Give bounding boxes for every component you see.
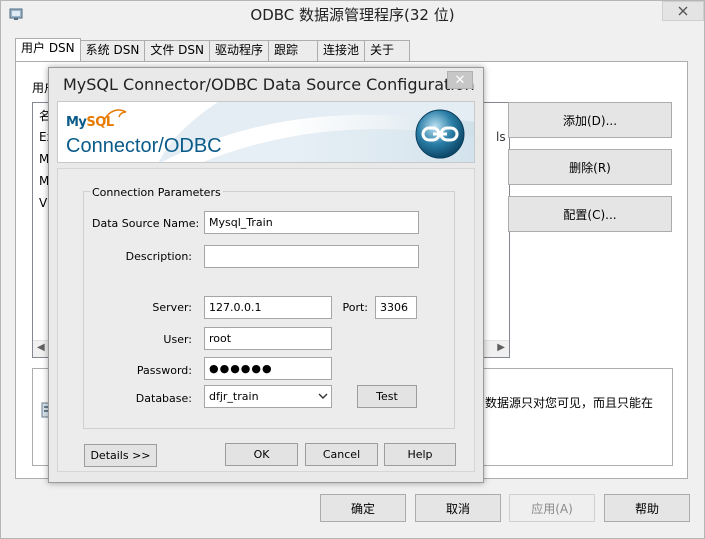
title-bar: ODBC 数据源管理程序(32 位) <box>1 1 704 28</box>
tab-drivers[interactable]: 驱动程序 <box>208 40 269 61</box>
ok-button[interactable]: 确定 <box>320 494 406 522</box>
tab-tracing[interactable]: 跟踪 <box>267 40 318 61</box>
dsn-label: Data Source Name: <box>92 217 200 230</box>
data-source-name-field[interactable]: Mysql_Train <box>204 211 419 234</box>
chain-link-logo-icon <box>415 109 465 159</box>
configure-button[interactable]: 配置(C)... <box>508 196 672 232</box>
remove-button[interactable]: 删除(R) <box>508 149 672 185</box>
add-button[interactable]: 添加(D)... <box>508 102 672 138</box>
close-icon: ✕ <box>454 72 466 88</box>
window-title: ODBC 数据源管理程序(32 位) <box>250 6 455 24</box>
mysql-logo-my: My <box>66 115 87 130</box>
tab-connection-pooling[interactable]: 连接池 <box>316 40 365 61</box>
apply-button[interactable]: 应用(A) <box>509 494 595 522</box>
connector-odbc-logo-text: Connector/ODBC <box>66 135 222 157</box>
port-field[interactable]: 3306 <box>375 296 417 319</box>
group-label: Connection Parameters <box>90 186 223 199</box>
dropdown-arrow-icon[interactable] <box>318 393 328 400</box>
password-label: Password: <box>136 364 192 377</box>
tab-strip: 用户 DSN 系统 DSN 文件 DSN 驱动程序 跟踪 连接池 关于 <box>15 38 410 61</box>
dialog-cancel-button[interactable]: Cancel <box>305 443 378 466</box>
cancel-button[interactable]: 取消 <box>415 494 501 522</box>
scroll-right-icon[interactable]: ▶ <box>497 342 505 353</box>
scroll-left-icon[interactable]: ◀ <box>37 342 45 353</box>
dialog-ok-button[interactable]: OK <box>225 443 298 466</box>
test-button[interactable]: Test <box>357 385 417 408</box>
tab-user-dsn[interactable]: 用户 DSN <box>15 38 81 61</box>
description-label: Description: <box>125 250 192 263</box>
dialog-title: MySQL Connector/ODBC Data Source Configu… <box>63 75 475 94</box>
user-label: User: <box>163 333 192 346</box>
dialog-close-button[interactable]: ✕ <box>447 71 473 89</box>
server-field[interactable]: 127.0.0.1 <box>204 296 332 319</box>
password-field[interactable]: ●●●●●● <box>204 357 332 380</box>
help-button[interactable]: 帮助 <box>604 494 690 522</box>
database-select[interactable]: dfjr_train <box>204 385 332 408</box>
dolphin-icon <box>103 109 127 121</box>
database-label: Database: <box>135 392 192 405</box>
tab-file-dsn[interactable]: 文件 DSN <box>144 40 210 61</box>
port-label: Port: <box>342 301 368 314</box>
database-select-value: dfjr_train <box>209 390 259 403</box>
close-button[interactable] <box>662 1 704 21</box>
list-column-fragment: ls <box>496 130 506 144</box>
server-label: Server: <box>152 301 192 314</box>
tab-about[interactable]: 关于 <box>364 40 410 61</box>
close-icon <box>678 6 688 16</box>
user-field[interactable]: root <box>204 327 332 350</box>
tab-system-dsn[interactable]: 系统 DSN <box>79 40 146 61</box>
description-field[interactable] <box>204 245 419 268</box>
mysql-banner: MySQL Connector/ODBC <box>57 101 475 163</box>
dialog-help-button[interactable]: Help <box>384 443 456 466</box>
details-button[interactable]: Details >> <box>84 444 157 467</box>
info-text: 数据源只对您可见，而且只能在 <box>485 396 654 410</box>
